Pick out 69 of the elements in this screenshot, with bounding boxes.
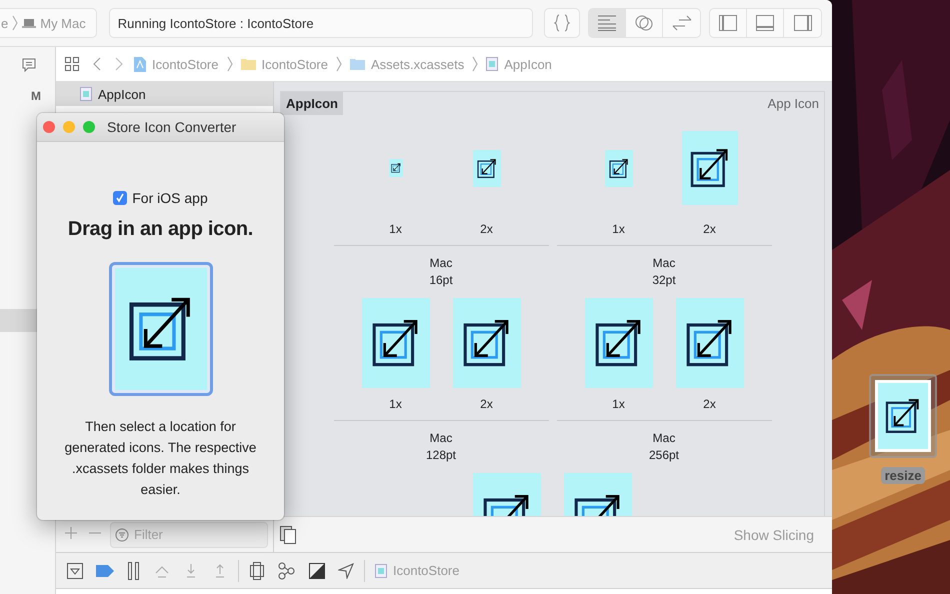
checkmark-icon bbox=[115, 193, 126, 203]
comment-icon[interactable] bbox=[22, 58, 36, 72]
folder-icon bbox=[240, 58, 256, 70]
lines-icon bbox=[597, 15, 617, 31]
chevron-icon bbox=[336, 56, 342, 72]
image-file-icon bbox=[375, 564, 387, 578]
circles-icon bbox=[634, 14, 654, 32]
standard-editor-button[interactable] bbox=[589, 9, 626, 37]
chevron-icon bbox=[12, 15, 18, 31]
icon-size-label: Mac 256pt bbox=[648, 430, 680, 464]
scale-label: 1x bbox=[389, 222, 402, 238]
show-slicing-button[interactable]: Show Slicing bbox=[728, 526, 820, 544]
breadcrumb-item[interactable]: AppIcon bbox=[486, 56, 552, 72]
laptop-icon bbox=[22, 18, 36, 28]
resize-icon[interactable] bbox=[604, 150, 632, 186]
icon-size-label: Mac 32pt bbox=[652, 255, 676, 289]
resize-icon[interactable] bbox=[584, 298, 652, 388]
sidebar-panel-icon bbox=[719, 15, 737, 31]
grid-icon bbox=[65, 57, 79, 71]
icon-size-label: Mac 16pt bbox=[429, 255, 453, 289]
chevron-icon bbox=[226, 56, 232, 72]
related-items-button[interactable] bbox=[62, 57, 82, 71]
folder-icon bbox=[350, 58, 365, 70]
icon-drop-well[interactable] bbox=[108, 262, 212, 396]
instructions-text: Then select a location for generated icons. The respective .xcassets folder makes things easier. bbox=[64, 418, 258, 499]
resize-icon bbox=[878, 383, 928, 449]
breadcrumb-item[interactable]: IcontoStore bbox=[134, 56, 218, 72]
asset-title: AppIcon bbox=[281, 92, 343, 115]
asset-row[interactable]: AppIcon bbox=[56, 82, 273, 106]
icon-size-label: Mac 128pt bbox=[426, 430, 456, 464]
drop-heading: Drag in an app icon. bbox=[68, 218, 254, 241]
asset-type-label: App Icon bbox=[766, 95, 820, 111]
resize-icon bbox=[114, 268, 206, 390]
plus-icon bbox=[65, 527, 77, 539]
scale-label: 2x bbox=[703, 397, 716, 413]
breadcrumb-item[interactable]: IcontoStore bbox=[240, 56, 328, 72]
scheme-selector[interactable]: e My Mac bbox=[0, 8, 97, 38]
back-icon bbox=[93, 57, 101, 71]
scale-label: 1x bbox=[612, 397, 625, 413]
scale-label: 1x bbox=[612, 222, 625, 238]
arrows-icon bbox=[670, 15, 692, 31]
file-icon[interactable] bbox=[869, 374, 937, 458]
image-file-icon bbox=[80, 87, 92, 101]
filter-field[interactable]: Filter bbox=[110, 522, 268, 548]
resize-icon[interactable] bbox=[388, 159, 402, 177]
activity-status: Running IcontoStore : IcontoStore bbox=[108, 8, 533, 38]
chevron-icon bbox=[472, 56, 478, 72]
image-file-icon bbox=[486, 57, 498, 71]
braces-icon bbox=[554, 14, 570, 32]
ios-checkbox[interactable]: For iOS app bbox=[113, 190, 208, 206]
status-marker: M bbox=[30, 88, 42, 104]
resize-icon[interactable] bbox=[682, 131, 738, 205]
resize-icon[interactable] bbox=[452, 298, 520, 388]
forward-icon bbox=[115, 57, 123, 71]
window-title: Store Icon Converter bbox=[107, 119, 236, 135]
sidebar-panel-icon bbox=[756, 15, 774, 31]
file-label[interactable]: resize bbox=[880, 467, 926, 484]
breadcrumb-item[interactable]: Assets.xcassets bbox=[350, 56, 464, 72]
resize-icon[interactable] bbox=[362, 298, 430, 388]
scale-label: 2x bbox=[480, 397, 493, 413]
scale-label: 2x bbox=[480, 222, 493, 238]
slicing-icon[interactable] bbox=[280, 526, 296, 544]
scale-label: 2x bbox=[703, 222, 716, 238]
target-selector[interactable]: IcontoStore bbox=[375, 563, 460, 578]
document-icon bbox=[134, 56, 146, 72]
sidebar-panel-icon bbox=[794, 15, 812, 31]
scale-label: 1x bbox=[389, 397, 402, 413]
resize-icon[interactable] bbox=[472, 150, 500, 186]
resize-icon[interactable] bbox=[676, 298, 744, 388]
